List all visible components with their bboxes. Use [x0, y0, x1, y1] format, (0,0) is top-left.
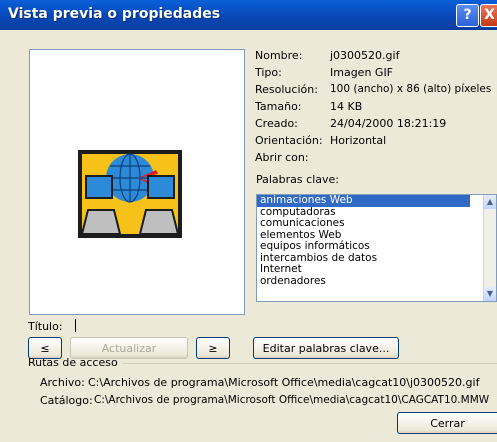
edit-keywords-button[interactable]: Editar palabras clave...	[253, 337, 399, 359]
paths-separator	[122, 363, 497, 364]
keyword-item[interactable]: equipos informáticos	[257, 240, 496, 253]
catalog-path-label: Catálogo:	[40, 394, 93, 407]
scroll-down-arrow-icon[interactable]: ▼	[484, 287, 496, 301]
catalog-path-value: C:\Archivos de programa\Microsoft Office…	[94, 394, 490, 406]
clipart-computers-network-image	[78, 150, 182, 238]
keyword-item[interactable]: animaciones Web	[257, 195, 470, 207]
keywords-label: Palabras clave:	[256, 173, 339, 186]
prop-value-resolucion: 100 (ancho) x 86 (alto) píxeles	[330, 83, 492, 95]
prop-label-nombre: Nombre:	[255, 49, 303, 62]
scroll-up-arrow-icon[interactable]: ▲	[484, 195, 496, 209]
prop-value-tamano: 14 KB	[330, 100, 363, 113]
prop-value-nombre: j0300520.gif	[330, 49, 400, 62]
paths-group-label: Rutas de acceso	[28, 356, 118, 369]
dialog-body: Nombre: j0300520.gif Tipo: Imagen GIF Re…	[0, 30, 497, 442]
prop-value-creado: 24/04/2000 18:21:19	[330, 117, 447, 130]
help-icon: ?	[463, 7, 472, 23]
keywords-scrollbar[interactable]: ▲ ▼	[483, 195, 496, 301]
close-window-button[interactable]: X	[480, 4, 497, 27]
prop-label-creado: Creado:	[255, 117, 298, 130]
close-icon: X	[484, 7, 495, 23]
keywords-listbox[interactable]: animaciones Web computadoras comunicacio…	[256, 194, 497, 302]
prop-label-abrir-con: Abrir con:	[255, 151, 309, 164]
close-button[interactable]: Cerrar	[397, 412, 497, 434]
keyword-item[interactable]: ordenadores	[257, 275, 496, 288]
help-button[interactable]: ?	[456, 4, 479, 27]
window-title: Vista previa o propiedades	[8, 6, 221, 22]
keyword-item[interactable]: comunicaciones	[257, 217, 496, 230]
prop-label-tamano: Tamaño:	[255, 100, 302, 113]
keyword-item[interactable]: Internet	[257, 263, 496, 276]
prop-value-orientacion: Horizontal	[330, 134, 387, 147]
next-button[interactable]: ≥	[196, 337, 230, 359]
prop-label-tipo: Tipo:	[255, 66, 282, 79]
image-preview	[29, 49, 245, 315]
prop-value-tipo: Imagen GIF	[330, 66, 394, 79]
title-bar: Vista previa o propiedades ? X	[0, 0, 497, 30]
file-path-value: C:\Archivos de programa\Microsoft Office…	[88, 376, 480, 389]
title-field-input[interactable]	[75, 319, 76, 332]
prop-label-orientacion: Orientación:	[255, 134, 323, 147]
file-path-label: Archivo:	[40, 376, 85, 389]
prop-label-resolucion: Resolución:	[255, 83, 318, 96]
title-field-label: Título:	[28, 320, 63, 333]
